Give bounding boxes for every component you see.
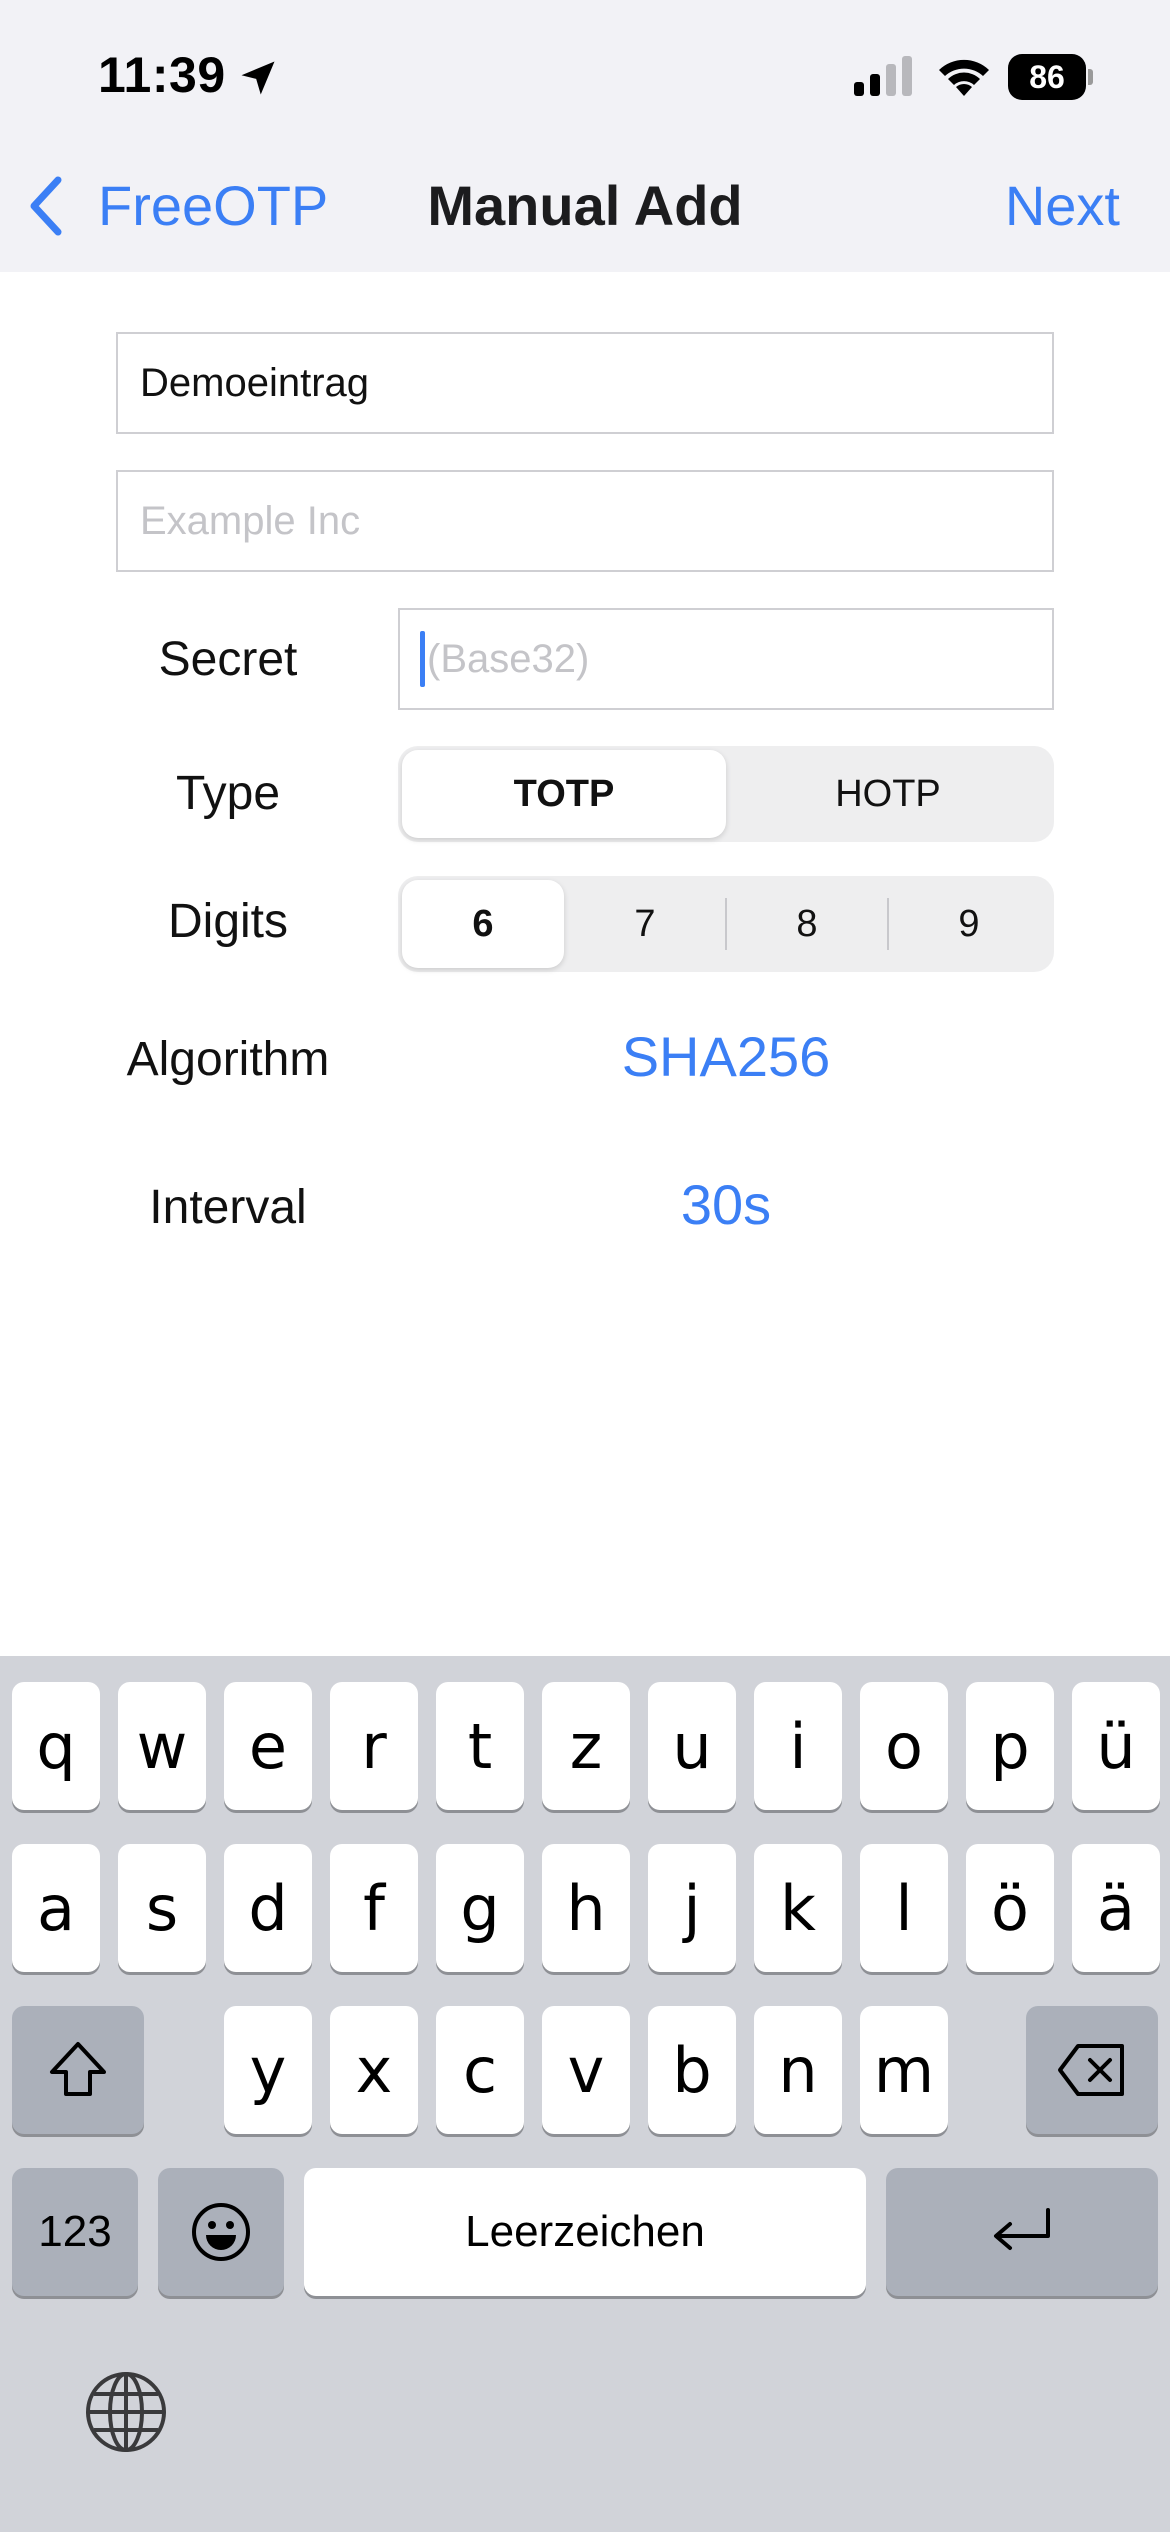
digits-label: Digits bbox=[167, 895, 289, 948]
emoji-key[interactable] bbox=[158, 2168, 284, 2296]
key-q[interactable]: q bbox=[12, 1682, 100, 1810]
secret-label: Secret bbox=[158, 633, 298, 686]
type-label: Type bbox=[175, 767, 281, 820]
key-m[interactable]: m bbox=[860, 2006, 948, 2134]
key-z[interactable]: z bbox=[542, 1682, 630, 1810]
key-c[interactable]: c bbox=[436, 2006, 524, 2134]
key-o[interactable]: o bbox=[860, 1682, 948, 1810]
interval-selector[interactable]: 30s bbox=[398, 1172, 1054, 1237]
emoji-icon bbox=[192, 2203, 250, 2261]
battery-icon: 86 bbox=[1008, 54, 1093, 100]
key-v[interactable]: v bbox=[542, 2006, 630, 2134]
key-n[interactable]: n bbox=[754, 2006, 842, 2134]
digits-option-8-label: 8 bbox=[796, 902, 818, 945]
type-option-hotp[interactable]: HOTP bbox=[726, 750, 1050, 838]
key-h[interactable]: h bbox=[542, 1844, 630, 1972]
key-p[interactable]: p bbox=[966, 1682, 1054, 1810]
battery-level: 86 bbox=[1008, 54, 1086, 100]
digits-option-8[interactable]: 8 bbox=[725, 880, 888, 968]
secret-placeholder: (Base32) bbox=[427, 636, 590, 681]
numbers-key[interactable]: 123 bbox=[12, 2168, 138, 2296]
key-g[interactable]: g bbox=[436, 1844, 524, 1972]
issuer-field[interactable]: Example Inc bbox=[116, 470, 1054, 572]
key-u-umlaut[interactable]: ü bbox=[1072, 1682, 1160, 1810]
wifi-icon bbox=[939, 59, 989, 96]
secret-field[interactable]: (Base32) bbox=[398, 608, 1054, 710]
key-j[interactable]: j bbox=[648, 1844, 736, 1972]
digits-option-6-label: 6 bbox=[472, 902, 494, 945]
shift-key[interactable] bbox=[12, 2006, 144, 2134]
digits-option-7-label: 7 bbox=[634, 902, 656, 945]
space-key[interactable]: Leerzeichen bbox=[304, 2168, 866, 2296]
digits-option-9-label: 9 bbox=[958, 902, 980, 945]
key-f[interactable]: f bbox=[330, 1844, 418, 1972]
key-d[interactable]: d bbox=[224, 1844, 312, 1972]
key-b[interactable]: b bbox=[648, 2006, 736, 2134]
globe-icon[interactable] bbox=[84, 2370, 168, 2454]
page-title: Manual Add bbox=[427, 174, 743, 237]
key-k[interactable]: k bbox=[754, 1844, 842, 1972]
key-x[interactable]: x bbox=[330, 2006, 418, 2134]
top-bar: 11:39 86 FreeOTP Manual Add Next bbox=[0, 0, 1170, 272]
digits-option-7[interactable]: 7 bbox=[564, 880, 726, 968]
key-i[interactable]: i bbox=[754, 1682, 842, 1810]
key-u[interactable]: u bbox=[648, 1682, 736, 1810]
key-e[interactable]: e bbox=[224, 1682, 312, 1810]
algorithm-selector[interactable]: SHA256 bbox=[398, 1024, 1054, 1089]
key-w[interactable]: w bbox=[118, 1682, 206, 1810]
digits-segmented-control: 6 7 8 9 bbox=[398, 876, 1054, 972]
return-icon bbox=[994, 2208, 1050, 2250]
text-cursor bbox=[420, 631, 425, 687]
digits-option-9[interactable]: 9 bbox=[887, 880, 1050, 968]
location-arrow-icon bbox=[241, 61, 275, 95]
cellular-signal-icon bbox=[854, 56, 912, 96]
next-button[interactable]: Next bbox=[1005, 174, 1120, 238]
key-o-umlaut[interactable]: ö bbox=[966, 1844, 1054, 1972]
key-t[interactable]: t bbox=[436, 1682, 524, 1810]
status-time: 11:39 bbox=[98, 47, 226, 103]
name-field[interactable]: Demoeintrag bbox=[116, 332, 1054, 434]
key-s[interactable]: s bbox=[118, 1844, 206, 1972]
key-a[interactable]: a bbox=[12, 1844, 100, 1972]
key-l[interactable]: l bbox=[860, 1844, 948, 1972]
type-segmented-control: TOTP HOTP bbox=[398, 746, 1054, 842]
interval-label: Interval bbox=[149, 1181, 307, 1234]
algorithm-label: Algorithm bbox=[126, 1033, 330, 1086]
backspace-key[interactable] bbox=[1026, 2006, 1158, 2134]
shift-arrow-icon bbox=[50, 2042, 106, 2096]
type-option-totp[interactable]: TOTP bbox=[402, 750, 726, 838]
key-a-umlaut[interactable]: ä bbox=[1072, 1844, 1160, 1972]
key-y[interactable]: y bbox=[224, 2006, 312, 2134]
key-r[interactable]: r bbox=[330, 1682, 418, 1810]
backspace-icon bbox=[1058, 2044, 1124, 2096]
return-key[interactable] bbox=[886, 2168, 1158, 2296]
digits-option-6[interactable]: 6 bbox=[402, 880, 564, 968]
